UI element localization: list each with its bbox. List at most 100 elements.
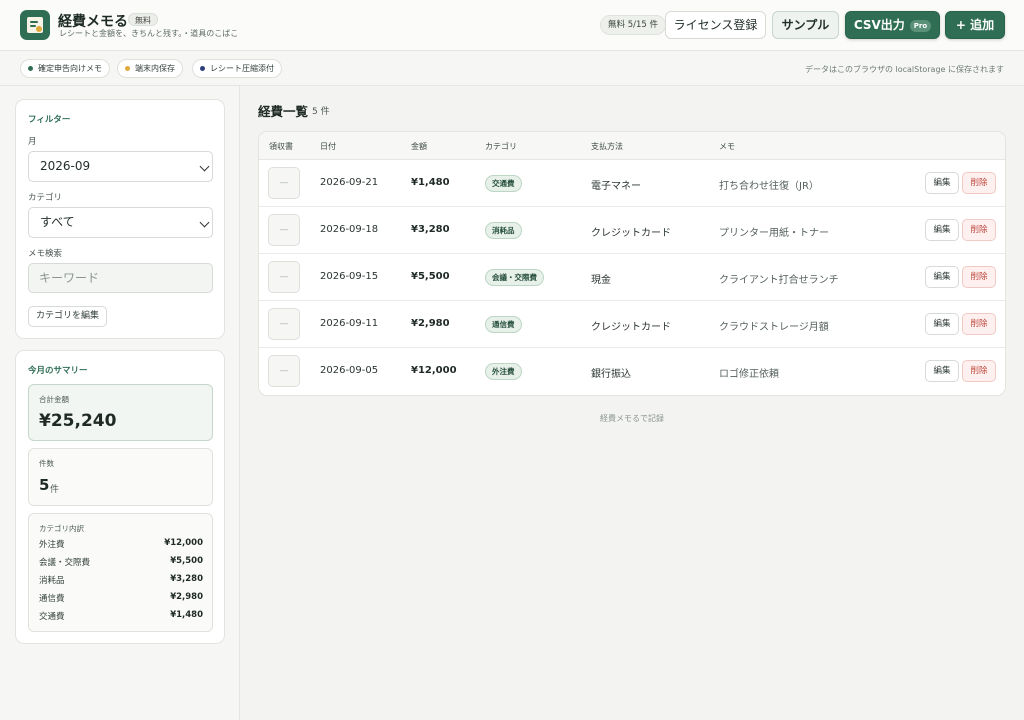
table-row: — 2026-09-11 ¥2,980 通信費 クレジットカード クラウドストレージ月額 編… [259,301,1005,348]
receipt-thumbnail[interactable]: — [268,261,300,293]
row-payment: クレジットカード [591,228,671,239]
breakdown-row: 外注費 ¥12,000 [39,538,203,552]
usage-counter: 無料 5/15 件 [600,15,666,35]
license-button[interactable]: ライセンス登録 [665,11,766,39]
delete-button[interactable]: 削除 [962,313,996,335]
breakdown-name: 会議・交際費 [39,558,91,568]
category-breakdown-box: カテゴリ内訳 外注費 ¥12,000 会議・交際費 ¥5,500 消耗品 ¥3,280… [28,513,213,632]
app-tagline: レシートと金額を、きちんと残す。・道具のこばこ [59,29,239,38]
row-memo: クライアント打合せランチ [719,275,839,286]
feature-chip: 端末内保存 [117,59,183,78]
edit-categories-button[interactable]: カテゴリを編集 [28,306,108,327]
add-expense-button[interactable]: + 追加 [945,11,1005,39]
breakdown-name: 外注費 [39,540,65,550]
delete-button[interactable]: 削除 [962,360,996,382]
row-memo: 打ち合わせ往復（JR） [719,181,819,192]
month-select[interactable]: 2026-09 [28,151,213,182]
total-amount-box: 合計金額 ¥25,240 [28,384,213,441]
row-category-badge: 外注費 [485,363,522,380]
free-badge: 無料 [128,13,158,26]
row-amount: ¥2,980 [411,318,450,329]
count-unit: 件 [50,485,60,495]
row-amount: ¥12,000 [411,365,457,376]
column-header-date: 日付 [320,142,336,151]
edit-button[interactable]: 編集 [925,313,959,335]
edit-button[interactable]: 編集 [925,219,959,241]
feature-chip-label: 確定申告向けメモ [38,64,102,73]
row-category-badge: 消耗品 [485,222,522,239]
breakdown-name: 消耗品 [39,576,65,586]
row-category-badge: 交通費 [485,175,522,192]
column-header-amount: 金額 [411,142,427,151]
table-header: 領収書 日付 金額 カテゴリ 支払方法 メモ [259,132,1005,160]
memo-search-input[interactable]: キーワード [28,263,213,293]
row-date: 2026-09-18 [320,224,379,235]
list-count: 5 件 [312,107,330,117]
delete-button[interactable]: 削除 [962,172,996,194]
row-memo: プリンター用紙・トナー [719,228,829,239]
status-dot-icon [200,66,205,71]
category-select[interactable]: すべて [28,207,213,238]
total-amount-label: 合計金額 [39,395,69,404]
receipt-thumbnail[interactable]: — [268,167,300,199]
sample-button[interactable]: サンプル [772,11,839,39]
breakdown-amount: ¥12,000 [164,538,203,548]
edit-button[interactable]: 編集 [925,172,959,194]
feature-chip: レシート圧縮添付 [192,59,282,78]
receipt-thumbnail[interactable]: — [268,355,300,387]
feature-chip-label: レシート圧縮添付 [210,64,274,73]
row-date: 2026-09-21 [320,177,379,188]
row-payment: 電子マネー [591,181,641,192]
row-payment: 銀行振込 [591,369,631,380]
breakdown-label: カテゴリ内訳 [39,524,84,533]
filter-title: フィルター [28,115,71,125]
csv-export-label: CSV出力 [853,18,905,32]
breakdown-name: 通信費 [39,594,65,604]
app-header: 経費メモる 無料 レシートと金額を、きちんと残す。・道具のこばこ 無料 5/15… [0,0,1024,51]
total-amount-value: ¥25,240 [39,411,117,431]
row-amount: ¥5,500 [411,271,450,282]
column-header-memo: メモ [719,142,735,151]
search-label: メモ検索 [28,249,63,259]
column-header-category: カテゴリ [485,142,517,151]
edit-button[interactable]: 編集 [925,360,959,382]
category-label: カテゴリ [28,193,63,203]
edit-button[interactable]: 編集 [925,266,959,288]
row-amount: ¥1,480 [411,177,450,188]
month-select-value: 2026-09 [40,159,91,173]
table-row: — 2026-09-15 ¥5,500 会議・交際費 現金 クライアント打合せランチ 編集削… [259,254,1005,301]
breakdown-amount: ¥5,500 [170,556,203,566]
row-amount: ¥3,280 [411,224,450,235]
delete-button[interactable]: 削除 [962,266,996,288]
status-dot-icon [28,66,33,71]
row-category-badge: 会議・交際費 [485,269,544,286]
breakdown-row: 通信費 ¥2,980 [39,592,203,606]
breakdown-amount: ¥3,280 [170,574,203,584]
chevron-down-icon [199,161,210,172]
delete-button[interactable]: 削除 [962,219,996,241]
chevron-down-icon [199,217,210,228]
footer-note: 経費メモるで記録 [600,414,664,423]
breakdown-row: 消耗品 ¥3,280 [39,574,203,588]
summary-card: 今月のサマリー 合計金額 ¥25,240 件数 5 件 カテゴリ内訳 外注費 ¥1… [15,350,225,644]
table-row: — 2026-09-18 ¥3,280 消耗品 クレジットカード プリンター用紙・トナー 編… [259,207,1005,254]
filter-card: フィルター 月 2026-09 カテゴリ すべて メモ検索 キーワード カテゴリ… [15,99,225,339]
breakdown-amount: ¥2,980 [170,592,203,602]
pro-badge: Pro [909,20,932,32]
row-date: 2026-09-15 [320,271,379,282]
column-header-payment: 支払方法 [591,142,623,151]
feature-bar: 確定申告向けメモ 端末内保存 レシート圧縮添付 データはこのブラウザの loca… [0,51,1024,86]
month-label: 月 [28,137,37,147]
column-header-receipt: 領収書 [269,142,293,151]
receipt-thumbnail[interactable]: — [268,308,300,340]
row-date: 2026-09-11 [320,318,379,329]
list-title: 経費一覧 [258,104,309,119]
breakdown-name: 交通費 [39,612,65,622]
csv-export-button[interactable]: CSV出力 Pro [845,11,940,39]
breakdown-row: 会議・交際費 ¥5,500 [39,556,203,570]
row-memo: クラウドストレージ月額 [719,322,829,333]
receipt-thumbnail[interactable]: — [268,214,300,246]
table-row: — 2026-09-21 ¥1,480 交通費 電子マネー 打ち合わせ往復（JR） 編集 削除 [259,160,1005,207]
category-select-value: すべて [40,215,75,229]
row-category-badge: 通信費 [485,316,522,333]
